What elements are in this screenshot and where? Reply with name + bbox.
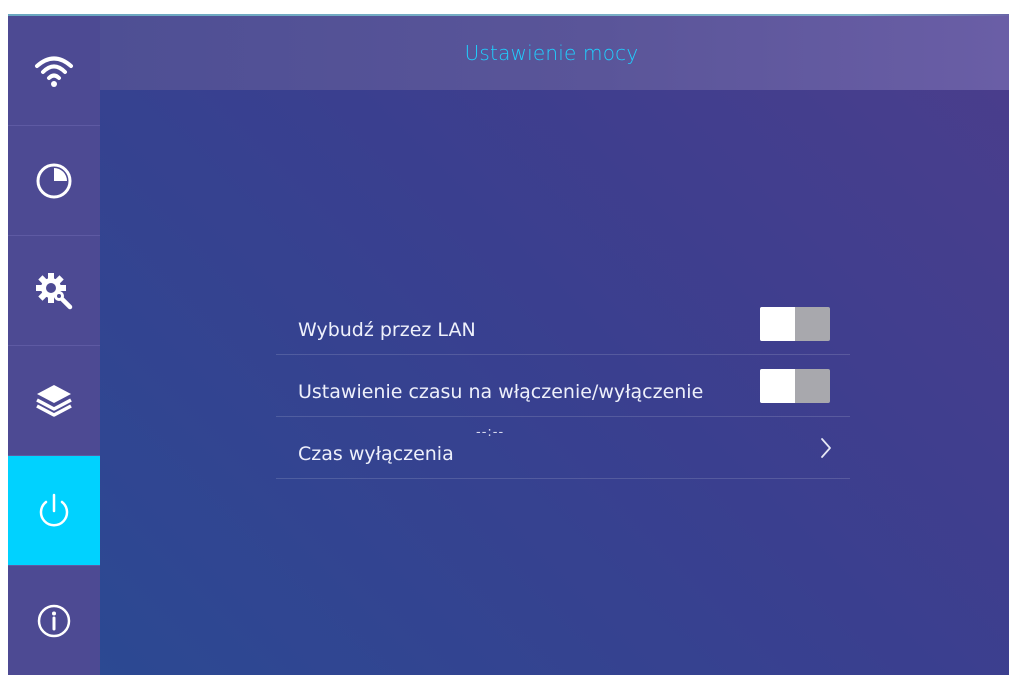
sidebar-item-network[interactable]: [8, 16, 100, 126]
settings-list: Wybudź przez LAN Ustawienie czasu na włą…: [276, 293, 850, 479]
page-title: Ustawienie mocy: [464, 41, 639, 65]
setting-row-power-schedule: Ustawienie czasu na włączenie/wyłączenie: [276, 355, 850, 417]
sidebar-item-timer[interactable]: [8, 126, 100, 236]
setting-row-wake-on-lan: Wybudź przez LAN: [276, 293, 850, 355]
layers-icon: [36, 384, 72, 417]
power-schedule-label: Ustawienie czasu na włączenie/wyłączenie: [298, 380, 704, 403]
chevron-right-icon[interactable]: [820, 437, 832, 459]
sidebar-item-layers[interactable]: [8, 346, 100, 456]
wake-on-lan-label: Wybudź przez LAN: [298, 318, 476, 341]
sidebar-item-info[interactable]: [8, 566, 100, 675]
setting-row-shutdown-time[interactable]: Czas wyłączenia --:--: [276, 417, 850, 479]
clock-icon: [36, 163, 72, 198]
power-settings-screen: Ustawienie mocy Wybudź przez LAN Ustawie…: [8, 14, 1009, 675]
shutdown-time-value: --:--: [476, 425, 505, 440]
wifi-icon: [35, 56, 73, 87]
sidebar: [8, 16, 100, 675]
sidebar-item-settings[interactable]: [8, 236, 100, 346]
header-bar: Ustawienie mocy: [100, 16, 1009, 90]
wake-on-lan-toggle[interactable]: [760, 307, 830, 341]
power-icon: [39, 493, 69, 526]
toggle-knob: [760, 307, 795, 341]
info-icon: [37, 604, 71, 637]
sidebar-item-power[interactable]: [8, 456, 100, 566]
toggle-knob: [760, 369, 795, 403]
shutdown-time-label: Czas wyłączenia: [298, 442, 454, 465]
power-schedule-toggle[interactable]: [760, 369, 830, 403]
gear-wrench-icon: [36, 272, 73, 309]
